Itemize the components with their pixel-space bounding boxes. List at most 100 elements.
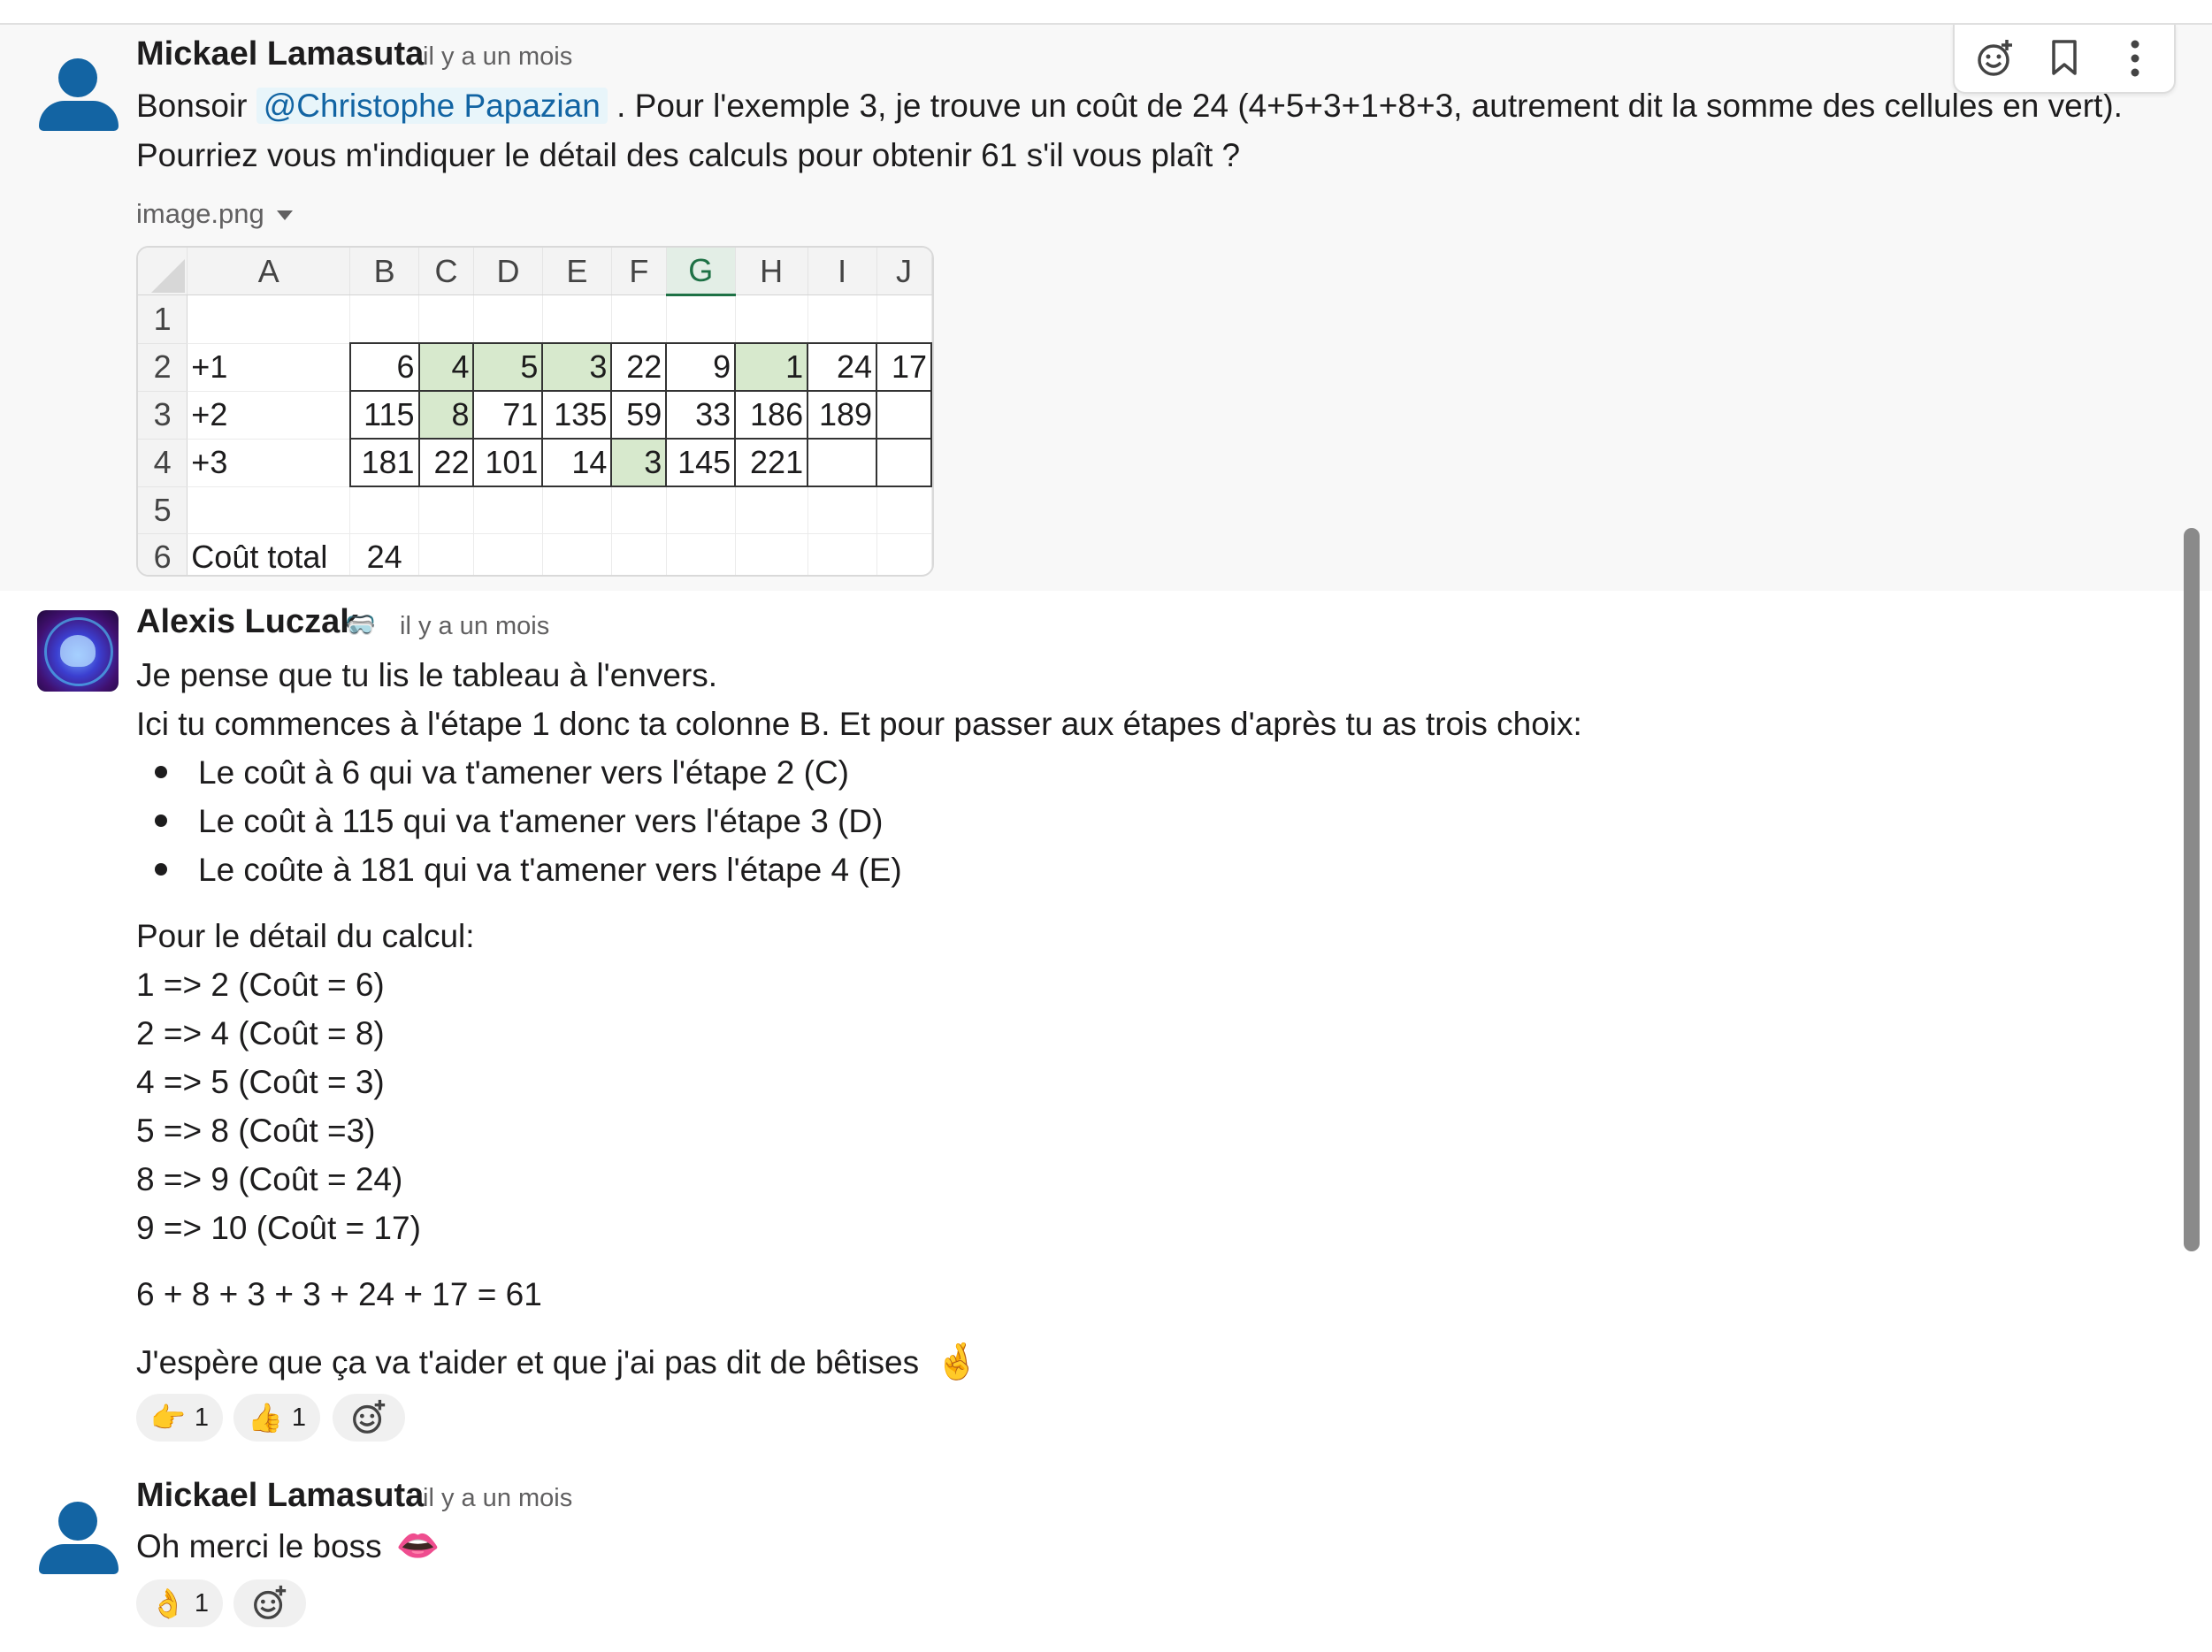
calc-step: 4 => 5 (Coût = 3) [136,1064,385,1100]
crossed-fingers-icon: 🤞 [935,1342,980,1382]
cell-highlighted: 1 [734,342,809,392]
cell: 17 [876,342,932,392]
sheet-corner [138,248,188,295]
message-text-line-2: Pourriez vous m'indiquer le détail des c… [136,137,1241,173]
sheet-row: 1 [138,294,932,344]
top-divider [0,0,2212,25]
bullet-dot [155,815,167,827]
text-prefix: Bonsoir [136,88,256,124]
sheet-row: 5 [138,486,932,534]
bookmark-icon[interactable] [2040,34,2089,83]
more-actions-icon[interactable] [2110,34,2160,83]
reaction-pill[interactable]: 👍 1 [233,1394,320,1442]
cell [665,294,736,344]
cell [807,294,877,344]
calc-step: 8 => 9 (Coût = 24) [136,1161,403,1197]
status-badge-icon[interactable]: 🥽 [345,610,376,639]
avatar-head [58,1502,97,1541]
cell: 6 [348,342,420,392]
cell: 9 [665,342,737,392]
cell-highlighted: 4 [417,342,475,392]
column-header: I [807,248,877,295]
message-1[interactable]: Mickael Lamasuta il y a un mois Bonsoir … [0,25,2212,591]
user-avatar[interactable] [39,51,119,131]
cell [472,294,543,344]
cell: 181 [348,438,420,487]
cell: 186 [734,390,809,440]
column-header: A [187,248,351,295]
reaction-pill[interactable]: 👉 1 [136,1394,223,1442]
author-name[interactable]: Mickael Lamasuta [136,1477,424,1515]
message-text: Oh merci le boss 👄 [136,1521,440,1572]
attachment-image[interactable]: A B C D E F G H I J 1 2 +1 6 4 5 3 22 9 … [136,246,934,577]
timestamp[interactable]: il y a un mois [423,1484,572,1513]
cell [349,486,420,534]
user-avatar[interactable] [39,1495,119,1574]
cell [187,294,351,344]
author-name[interactable]: Alexis Luczak [136,603,358,641]
message-3[interactable]: Mickael Lamasuta il y a un mois Oh merci… [0,1475,2212,1652]
reaction-pill[interactable]: 👌 1 [136,1579,223,1627]
row-header: 3 [138,391,188,440]
author-name[interactable]: Mickael Lamasuta [136,35,424,73]
spreadsheet-table: A B C D E F G H I J 1 2 +1 6 4 5 3 22 9 … [138,248,932,575]
attachment-title[interactable]: image.png [136,198,293,230]
message-body: Oh merci le boss [136,1528,382,1564]
avatar-figure [60,635,96,667]
cell [610,533,667,575]
list-item: Le coût à 6 qui va t'amener vers l'étape… [198,754,850,791]
cell: 135 [541,390,613,440]
column-header: E [542,248,612,295]
cell: 22 [417,438,475,487]
user-avatar[interactable] [37,610,119,692]
message-line: Ici tu commences à l'étape 1 donc ta col… [136,706,1582,742]
cell-highlighted: 5 [472,342,544,392]
cell [610,294,667,344]
message-2[interactable]: Alexis Luczak 🥽 il y a un mois Je pense … [0,591,2212,1475]
column-header: C [418,248,474,295]
ok-hand-icon: 👌 [150,1587,186,1620]
cell [734,486,808,534]
cell [665,486,736,534]
cell [472,533,543,575]
avatar-body [39,101,119,131]
message-actions-bar [1953,25,2176,94]
row-header: 6 [138,533,188,575]
chevron-down-icon[interactable] [276,210,293,221]
cell [187,486,351,534]
cell [541,486,612,534]
cell [665,533,736,575]
cell [349,294,420,344]
calc-step: 2 => 4 (Coût = 8) [136,1015,385,1052]
reaction-count: 1 [194,1403,209,1432]
pointing-hand-icon: 👉 [150,1401,186,1434]
cell [610,486,667,534]
reaction-count: 1 [291,1403,306,1432]
user-mention[interactable]: @Christophe Papazian [256,88,608,124]
cell [876,486,932,534]
sheet-row: 2 +1 6 4 5 3 22 9 1 24 17 [138,342,932,392]
cell [876,294,932,344]
cell: 33 [665,390,737,440]
cell [541,294,612,344]
add-reaction-icon[interactable] [1971,34,2020,83]
list-item: Le coût à 115 qui va t'amener vers l'éta… [198,803,884,839]
avatar-head [58,58,97,97]
row-header: 2 [138,343,188,392]
vertical-scrollbar[interactable] [2184,528,2200,1251]
row-header: 1 [138,294,188,344]
add-reaction-button[interactable] [233,1579,306,1627]
attachment-filename: image.png [136,198,264,229]
cell [807,533,877,575]
timestamp[interactable]: il y a un mois [400,612,549,641]
timestamp[interactable]: il y a un mois [423,42,572,72]
column-header: B [349,248,420,295]
cell: 22 [610,342,668,392]
column-header: D [473,248,543,295]
add-reaction-button[interactable] [333,1394,405,1442]
cell: 221 [734,438,809,487]
cell [418,533,474,575]
closing-line: J'espère que ça va t'aider et que j'ai p… [136,1337,979,1388]
cell: 115 [348,390,420,440]
column-header: J [876,248,932,295]
